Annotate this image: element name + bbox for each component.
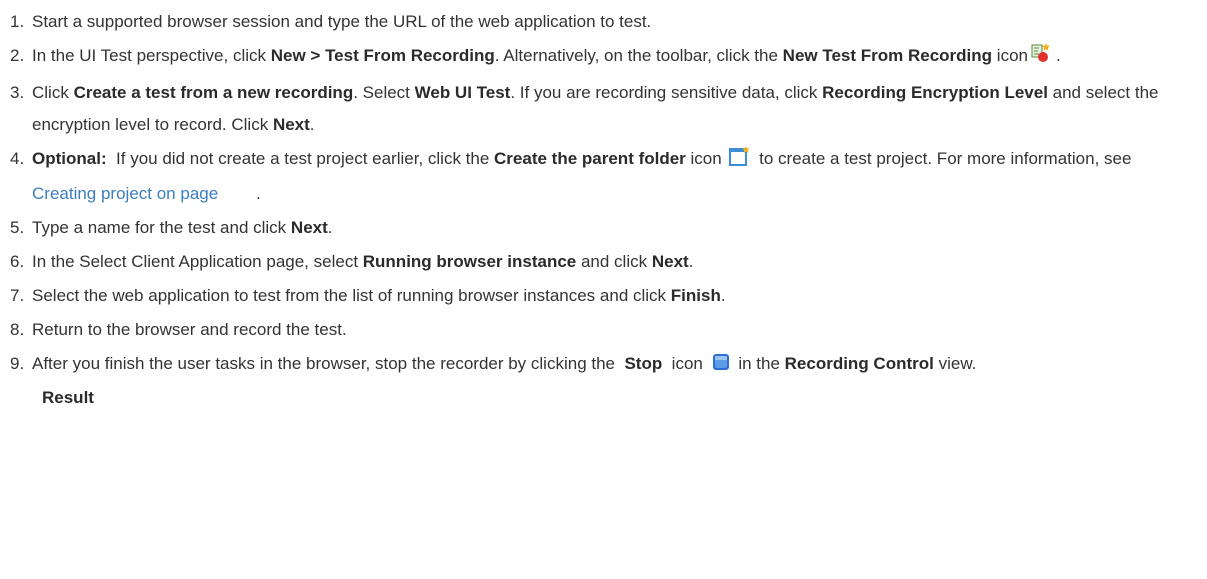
create-parent-folder-icon	[729, 145, 751, 178]
step-6: 6. In the Select Client Application page…	[10, 246, 1207, 278]
stop-icon	[711, 351, 731, 383]
step-2: 2. In the UI Test perspective, click New…	[10, 40, 1207, 75]
step-3: 3. Click Create a test from a new record…	[10, 77, 1207, 141]
step-9: 9. After you finish the user tasks in th…	[10, 348, 1207, 383]
step-number: 2.	[10, 46, 25, 65]
new-test-from-recording-icon	[1031, 42, 1053, 75]
step-8: 8. Return to the browser and record the …	[10, 314, 1207, 346]
step-number: 5.	[10, 218, 25, 237]
step-number: 8.	[10, 320, 25, 339]
result-heading: Result	[42, 388, 94, 407]
step-5: 5. Type a name for the test and click Ne…	[10, 212, 1207, 244]
step-number: 4.	[10, 149, 25, 168]
step-7: 7. Select the web application to test fr…	[10, 280, 1207, 312]
creating-project-link[interactable]: Creating project on page	[32, 184, 218, 203]
step-1: 1. Start a supported browser session and…	[10, 6, 1207, 38]
step-number: 9.	[10, 354, 25, 373]
step-4: 4. Optional: If you did not create a tes…	[10, 143, 1207, 210]
step-number: 6.	[10, 252, 25, 271]
step-number: 3.	[10, 83, 25, 102]
procedure-document: 1. Start a supported browser session and…	[0, 0, 1207, 413]
step-number: 1.	[10, 12, 25, 31]
step-number: 7.	[10, 286, 25, 305]
